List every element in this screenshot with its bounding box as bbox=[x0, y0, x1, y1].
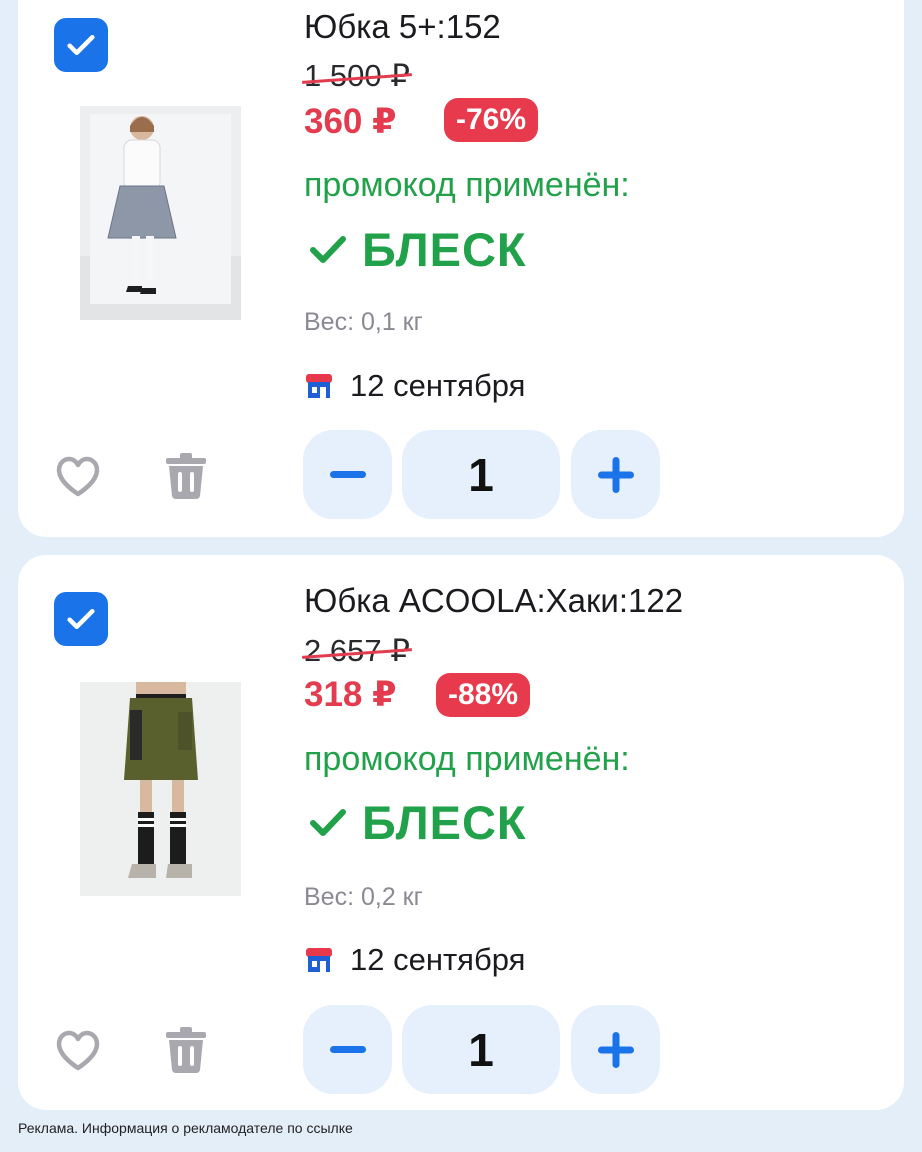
cart-item-card: Юбка ACOOLA:Хаки:122 2 657 ₽ 318 ₽ -88% … bbox=[18, 555, 904, 1110]
promo-applied-label: промокод применён: bbox=[304, 166, 630, 204]
checkmark-icon bbox=[310, 235, 346, 263]
quantity-value[interactable]: 1 bbox=[402, 1005, 560, 1094]
minus-icon bbox=[329, 1045, 366, 1053]
quantity-value[interactable]: 1 bbox=[402, 430, 560, 519]
store-icon bbox=[306, 374, 332, 398]
promo-code: БЛЕСК bbox=[308, 222, 527, 277]
promo-code-text: БЛЕСК bbox=[362, 223, 527, 276]
old-price: 1 500 ₽ bbox=[302, 58, 412, 93]
cart-item-card: Юбка 5+:152 1 500 ₽ 360 ₽ -76% промокод … bbox=[18, 0, 904, 537]
quantity-decrease-button[interactable] bbox=[303, 1005, 392, 1094]
store-icon bbox=[306, 948, 332, 972]
plus-icon bbox=[597, 456, 634, 493]
discount-badge: -76% bbox=[444, 98, 539, 142]
product-image[interactable] bbox=[80, 682, 241, 896]
checkbox-checked-icon bbox=[67, 34, 95, 56]
weight: Вес: 0,2 кг bbox=[304, 883, 423, 911]
product-title[interactable]: Юбка ACOOLA:Хаки:122 bbox=[304, 582, 683, 620]
checkbox-checked-icon bbox=[67, 608, 95, 630]
promo-code: БЛЕСК bbox=[308, 795, 527, 850]
quantity-increase-button[interactable] bbox=[571, 430, 660, 519]
ad-notice-link[interactable]: Реклама. Информация о рекламодателе по с… bbox=[18, 1120, 353, 1136]
new-price: 360 ₽ bbox=[304, 102, 397, 141]
item-select-checkbox[interactable] bbox=[54, 18, 108, 72]
delivery-info: 12 сентября bbox=[304, 368, 525, 404]
promo-applied-label: промокод применён: bbox=[304, 740, 630, 778]
heart-icon[interactable] bbox=[54, 454, 102, 498]
delivery-date: 12 сентября bbox=[350, 942, 526, 977]
minus-icon bbox=[329, 470, 366, 478]
quantity-decrease-button[interactable] bbox=[303, 430, 392, 519]
quantity-increase-button[interactable] bbox=[571, 1005, 660, 1094]
weight: Вес: 0,1 кг bbox=[304, 308, 423, 336]
old-price: 2 657 ₽ bbox=[302, 633, 412, 668]
discount-badge: -88% bbox=[436, 673, 531, 717]
product-title[interactable]: Юбка 5+:152 bbox=[304, 8, 501, 46]
heart-icon[interactable] bbox=[54, 1028, 102, 1072]
delivery-info: 12 сентября bbox=[304, 942, 525, 978]
trash-icon[interactable] bbox=[164, 452, 208, 500]
delivery-date: 12 сентября bbox=[350, 368, 526, 403]
checkmark-icon bbox=[310, 808, 346, 836]
cart-page: Юбка 5+:152 1 500 ₽ 360 ₽ -76% промокод … bbox=[0, 0, 922, 1152]
promo-code-text: БЛЕСК bbox=[362, 796, 527, 849]
item-select-checkbox[interactable] bbox=[54, 592, 108, 646]
new-price: 318 ₽ bbox=[304, 675, 397, 714]
product-image[interactable] bbox=[80, 106, 241, 320]
trash-icon[interactable] bbox=[164, 1026, 208, 1074]
plus-icon bbox=[597, 1031, 634, 1068]
